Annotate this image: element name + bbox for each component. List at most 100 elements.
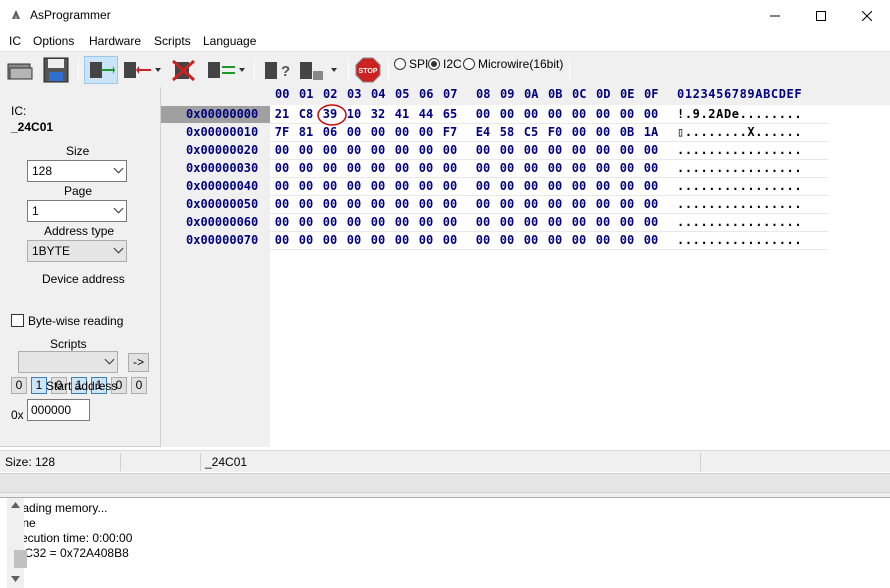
- hex-byte-cell[interactable]: F0: [545, 125, 565, 139]
- hex-byte-cell[interactable]: 00: [641, 179, 661, 193]
- hex-byte-cell[interactable]: 00: [416, 179, 436, 193]
- hex-byte-cell[interactable]: 00: [416, 197, 436, 211]
- hex-byte-cell[interactable]: 00: [545, 233, 565, 247]
- run-script-button[interactable]: ->: [128, 353, 149, 372]
- device-address-bit[interactable]: 1: [31, 377, 47, 394]
- hex-byte-cell[interactable]: 00: [497, 197, 517, 211]
- hex-byte-cell[interactable]: 00: [497, 107, 517, 121]
- hex-byte-cell[interactable]: 00: [296, 143, 316, 157]
- hex-byte-cell[interactable]: 00: [497, 215, 517, 229]
- hex-byte-cell[interactable]: 00: [497, 179, 517, 193]
- hex-byte-cell[interactable]: 00: [344, 197, 364, 211]
- hex-byte-cell[interactable]: 00: [497, 161, 517, 175]
- hex-byte-cell[interactable]: 00: [569, 143, 589, 157]
- hex-byte-cell[interactable]: 00: [344, 179, 364, 193]
- hex-byte-cell[interactable]: 00: [272, 179, 292, 193]
- hex-byte-cell[interactable]: 00: [368, 161, 388, 175]
- hex-byte-cell[interactable]: 00: [296, 161, 316, 175]
- hex-byte-cell[interactable]: 00: [521, 161, 541, 175]
- hex-byte-cell[interactable]: 00: [440, 179, 460, 193]
- hex-byte-cell[interactable]: 00: [320, 179, 340, 193]
- hex-byte-cell[interactable]: 00: [320, 161, 340, 175]
- hex-byte-cell[interactable]: 00: [416, 143, 436, 157]
- hex-byte-cell[interactable]: 00: [440, 197, 460, 211]
- hex-byte-cell[interactable]: 00: [593, 233, 613, 247]
- hex-byte-cell[interactable]: 00: [545, 161, 565, 175]
- hex-byte-cell[interactable]: 00: [440, 233, 460, 247]
- open-file-button[interactable]: [4, 56, 36, 84]
- chip-detect-button[interactable]: [296, 56, 342, 84]
- ascii-cell[interactable]: !.9.2ADe........: [677, 107, 802, 121]
- menu-options[interactable]: Options: [33, 34, 74, 48]
- hex-byte-cell[interactable]: 00: [545, 215, 565, 229]
- hex-byte-cell[interactable]: 00: [368, 233, 388, 247]
- hex-byte-cell[interactable]: 7F: [272, 125, 292, 139]
- scroll-thumb[interactable]: [14, 550, 27, 568]
- hex-byte-cell[interactable]: 00: [641, 197, 661, 211]
- hex-byte-cell[interactable]: 00: [473, 161, 493, 175]
- hex-byte-cell[interactable]: 00: [392, 125, 412, 139]
- hex-byte-cell[interactable]: 00: [473, 179, 493, 193]
- hex-byte-cell[interactable]: 00: [617, 107, 637, 121]
- hex-byte-cell[interactable]: 00: [521, 215, 541, 229]
- hex-byte-cell[interactable]: 00: [272, 161, 292, 175]
- page-select[interactable]: 1: [27, 200, 127, 222]
- hex-byte-cell[interactable]: 00: [296, 233, 316, 247]
- hex-byte-cell[interactable]: 44: [416, 107, 436, 121]
- hex-byte-cell[interactable]: 58: [497, 125, 517, 139]
- hex-byte-cell[interactable]: 00: [392, 197, 412, 211]
- hex-byte-cell[interactable]: 00: [593, 143, 613, 157]
- chip-info-button[interactable]: ?: [260, 56, 294, 84]
- hex-byte-cell[interactable]: 00: [593, 215, 613, 229]
- hex-byte-cell[interactable]: 00: [641, 215, 661, 229]
- hex-byte-cell[interactable]: 00: [416, 161, 436, 175]
- hex-byte-cell[interactable]: 00: [368, 125, 388, 139]
- hex-byte-cell[interactable]: 00: [368, 179, 388, 193]
- hex-byte-cell[interactable]: 00: [593, 125, 613, 139]
- hex-byte-cell[interactable]: C8: [296, 107, 316, 121]
- hex-byte-cell[interactable]: 00: [641, 107, 661, 121]
- hex-byte-cell[interactable]: 00: [296, 179, 316, 193]
- hex-byte-cell[interactable]: 00: [296, 215, 316, 229]
- hex-byte-cell[interactable]: 00: [416, 215, 436, 229]
- radio-microwire[interactable]: Microwire(16bit): [463, 56, 563, 71]
- hex-byte-cell[interactable]: 00: [641, 161, 661, 175]
- hex-byte-cell[interactable]: 00: [641, 143, 661, 157]
- hex-byte-cell[interactable]: 00: [320, 197, 340, 211]
- maximize-button[interactable]: [798, 0, 844, 31]
- hex-byte-cell[interactable]: 00: [617, 143, 637, 157]
- hex-byte-cell[interactable]: 00: [440, 161, 460, 175]
- hex-byte-cell[interactable]: 00: [617, 233, 637, 247]
- hex-byte-cell[interactable]: 00: [545, 143, 565, 157]
- hex-byte-cell[interactable]: 00: [545, 179, 565, 193]
- hex-byte-cell[interactable]: 00: [617, 197, 637, 211]
- hex-byte-cell[interactable]: 81: [296, 125, 316, 139]
- hex-byte-cell[interactable]: 00: [416, 125, 436, 139]
- hex-byte-cell[interactable]: C5: [521, 125, 541, 139]
- hex-byte-cell[interactable]: 00: [320, 233, 340, 247]
- hex-byte-cell[interactable]: 00: [272, 215, 292, 229]
- hex-byte-cell[interactable]: 00: [617, 215, 637, 229]
- ascii-cell[interactable]: ................: [677, 143, 802, 157]
- hex-byte-cell[interactable]: 00: [392, 143, 412, 157]
- menu-scripts[interactable]: Scripts: [154, 34, 191, 48]
- size-select[interactable]: 128: [27, 160, 127, 182]
- hex-byte-cell[interactable]: 00: [521, 179, 541, 193]
- radio-spi[interactable]: SPI: [394, 56, 428, 71]
- hex-byte-cell[interactable]: 00: [368, 215, 388, 229]
- hex-byte-cell[interactable]: 00: [545, 107, 565, 121]
- start-address-input[interactable]: 000000: [27, 399, 90, 421]
- ascii-cell[interactable]: ▯........X......: [677, 125, 802, 139]
- ascii-cell[interactable]: ................: [677, 215, 802, 229]
- hex-byte-cell[interactable]: 00: [521, 197, 541, 211]
- hex-byte-cell[interactable]: 00: [392, 161, 412, 175]
- hex-byte-cell[interactable]: 41: [392, 107, 412, 121]
- ascii-cell[interactable]: ................: [677, 197, 802, 211]
- hex-byte-cell[interactable]: 00: [416, 233, 436, 247]
- hex-byte-cell[interactable]: 00: [344, 233, 364, 247]
- hex-byte-cell[interactable]: 00: [344, 143, 364, 157]
- hex-byte-cell[interactable]: 00: [569, 179, 589, 193]
- hex-byte-cell[interactable]: 00: [440, 143, 460, 157]
- hex-byte-cell[interactable]: 00: [545, 197, 565, 211]
- hex-byte-cell[interactable]: 00: [344, 125, 364, 139]
